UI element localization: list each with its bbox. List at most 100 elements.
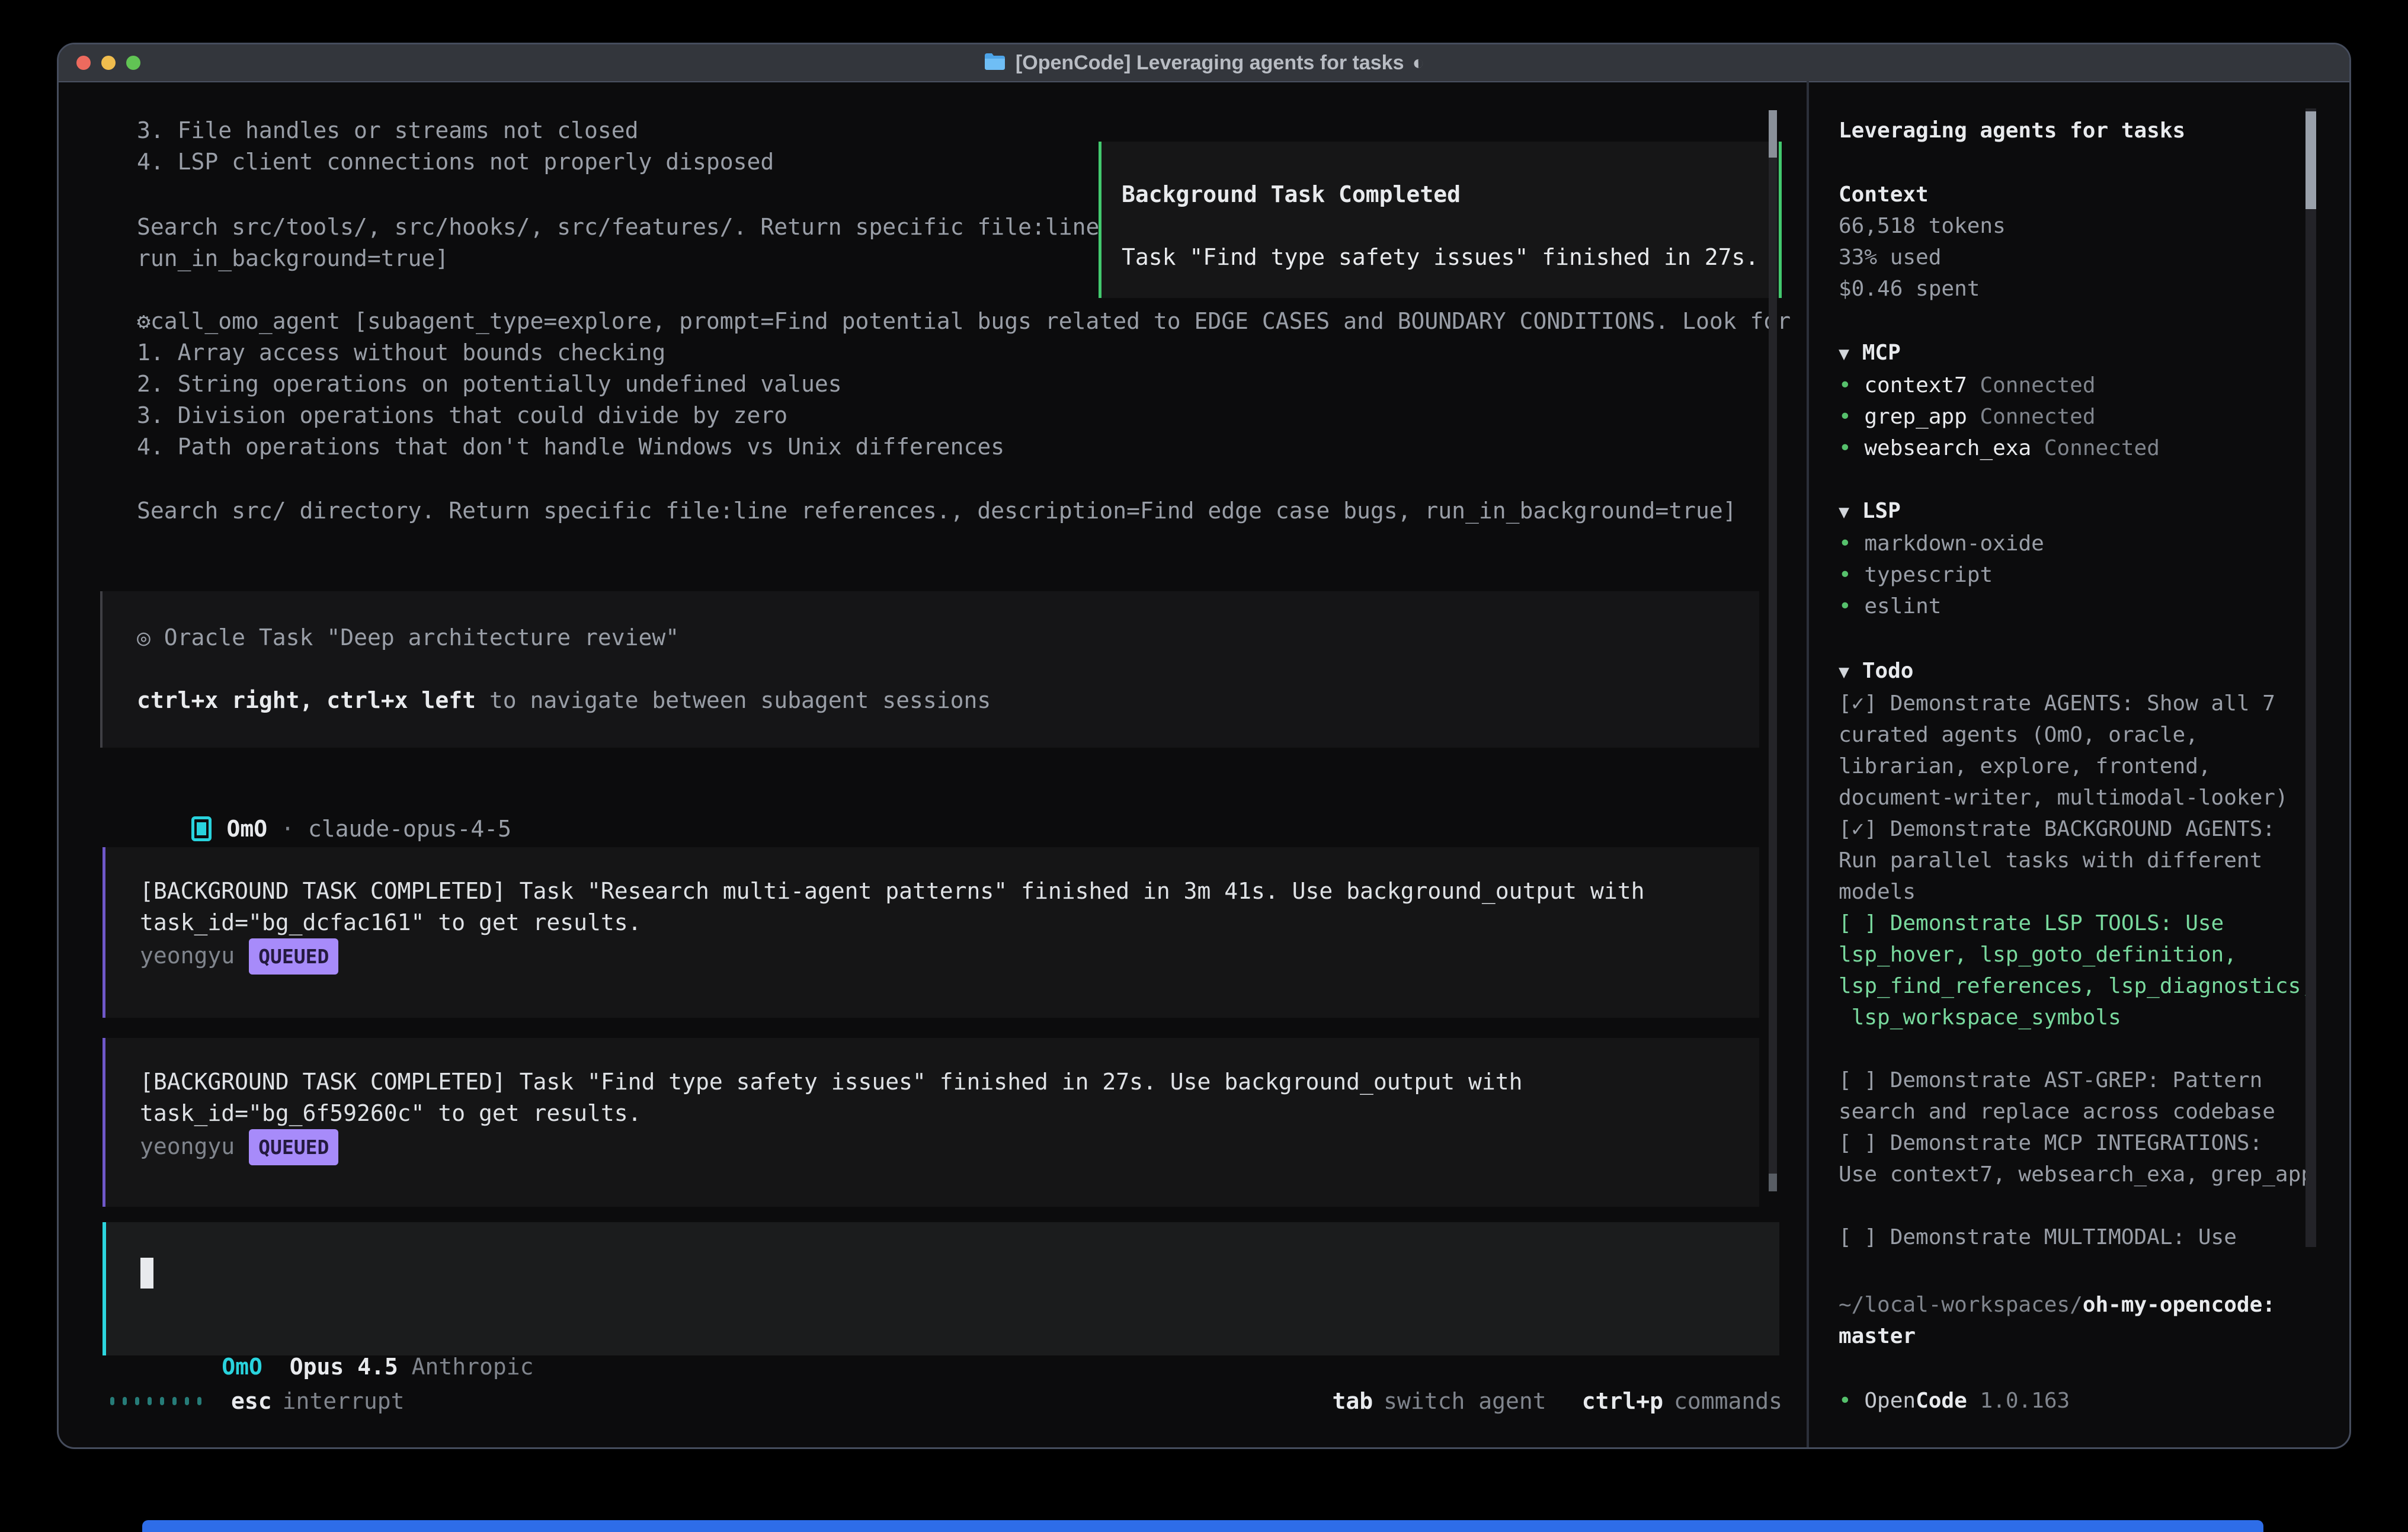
mcp-item: • websearch_exa Connected (1839, 432, 2160, 464)
gear-icon: ⚙ (137, 308, 150, 334)
background-window-edge (142, 1520, 2263, 1532)
prompt-input[interactable]: OmO Opus 4.5 Anthropic (103, 1222, 1779, 1355)
app-version: 1.0.163 (1980, 1389, 2070, 1413)
sidebar-scrollbar-thumb[interactable] (2305, 111, 2316, 209)
tool-call-line: 3. Division operations that could divide… (137, 400, 1791, 431)
version-block: • OpenCode 1.0.163 (1839, 1385, 2070, 1416)
todo-line-active: [ ] Demonstrate LSP TOOLS: Use (1839, 908, 2314, 939)
oracle-task-card: ◎ Oracle Task "Deep architecture review"… (100, 591, 1759, 748)
workspace-repo: oh-my-opencode: (2083, 1293, 2275, 1317)
main-scrollbar-track[interactable] (1769, 110, 1777, 1191)
separator-dot (267, 816, 281, 842)
todo-section-header[interactable]: ▼ Todo (1839, 655, 2314, 688)
todo-line-active: lsp_hover, lsp_goto_definition, (1839, 939, 2314, 970)
status-bar: escinterrupt tabswitch agent ctrl+pcomma… (110, 1385, 1782, 1416)
todo-line: curated agents (OmO, oracle, (1839, 719, 2314, 751)
todo-line: [ ] Demonstrate MULTIMODAL: Use (1839, 1222, 2314, 1253)
ctrlp-key: ctrl+p (1582, 1388, 1663, 1414)
todo-line: Run parallel tasks with different (1839, 845, 2314, 876)
status-dot-icon: • (1839, 531, 1852, 556)
tool-call-line: 2. String operations on potentially unde… (137, 368, 1791, 400)
context-heading: Context (1839, 179, 2006, 210)
todo-line: [ ] Demonstrate AST-GREP: Pattern (1839, 1065, 2314, 1096)
task-message-line: [BACKGROUND TASK COMPLETED] Task "Find t… (140, 1066, 1759, 1098)
mcp-heading: MCP (1862, 341, 1901, 365)
terminal-line: 3. File handles or streams not closed (137, 115, 774, 146)
mcp-item: • grep_app Connected (1839, 401, 2160, 432)
toast-body: Task "Find type safety issues" finished … (1122, 242, 1779, 273)
lsp-name: eslint (1864, 594, 1941, 618)
minimize-button[interactable] (101, 56, 116, 70)
lsp-item: • typescript (1839, 559, 2044, 591)
tab-key: tab (1333, 1388, 1373, 1414)
separator-dot: · (281, 816, 294, 842)
workspace-branch: master (1839, 1321, 2313, 1352)
background-task-toast: Background Task Completed Task "Find typ… (1099, 142, 1782, 298)
todo-line: document-writer, multimodal-looker) (1839, 782, 2314, 813)
scrollback-paragraph-2: Search src/tools/, src/hooks/, src/featu… (137, 211, 1099, 274)
spinner-dots-icon (110, 1397, 201, 1405)
mcp-section-header[interactable]: ▼ MCP (1839, 337, 2160, 370)
workspace-path-prefix: ~/local-workspaces/ (1839, 1293, 2083, 1317)
window-title: [OpenCode] Leveraging agents for tasks (1016, 52, 1404, 75)
main-scrollbar-thumb[interactable] (1769, 110, 1777, 158)
close-button[interactable] (76, 56, 91, 70)
tool-call-line: 4. Path operations that don't handle Win… (137, 431, 1791, 463)
todo-line-active: lsp_find_references, lsp_diagnostics, (1839, 970, 2314, 1002)
mcp-status: Connected (2044, 436, 2160, 460)
lsp-item: • markdown-oxide (1839, 528, 2044, 559)
lsp-section: ▼ LSP • markdown-oxide • typescript • es… (1839, 495, 2044, 622)
traffic-lights (76, 44, 140, 81)
background-task-message: [BACKGROUND TASK COMPLETED] Task "Resear… (103, 847, 1759, 1018)
input-model-name: Opus 4.5 (290, 1354, 398, 1380)
background-task-message: [BACKGROUND TASK COMPLETED] Task "Find t… (103, 1038, 1759, 1207)
todo-line: models (1839, 876, 2314, 908)
tool-call-line: 1. Array access without bounds checking (137, 337, 1791, 368)
status-dot-icon: • (1839, 405, 1852, 429)
spacer (1122, 210, 1779, 242)
omo-agent-call-block: ⚙call_omo_agent [subagent_type=explore, … (137, 306, 1791, 463)
todo-section: ▼ Todo [✓] Demonstrate AGENTS: Show all … (1839, 655, 2314, 1253)
oracle-task-title: Oracle Task "Deep architecture review" (164, 624, 679, 650)
mcp-status: Connected (1980, 373, 2095, 398)
zoom-button[interactable] (126, 56, 140, 70)
terminal-line: 4. LSP client connections not properly d… (137, 146, 774, 178)
task-message-line: [BACKGROUND TASK COMPLETED] Task "Resear… (140, 876, 1759, 907)
app-name-regular: Open (1864, 1389, 1916, 1413)
context-used: 33% used (1839, 242, 2006, 273)
sidebar-scrollbar-track[interactable] (2305, 108, 2316, 1247)
lsp-name: typescript (1864, 563, 1993, 587)
mcp-status: Connected (1980, 405, 2095, 429)
todo-line: librarian, explore, frontend, (1839, 751, 2314, 782)
titlebar: [OpenCode] Leveraging agents for tasks ◐ (59, 44, 2349, 82)
esc-label: interrupt (283, 1388, 405, 1414)
chevron-down-icon: ▼ (1839, 662, 1849, 682)
agent-badge-icon (191, 816, 212, 841)
chevron-down-icon: ▼ (1839, 502, 1849, 523)
status-badge: QUEUED (249, 1129, 338, 1165)
context-section: Context 66,518 tokens 33% used $0.46 spe… (1839, 179, 2006, 305)
todo-line: search and replace across codebase (1839, 1096, 2314, 1127)
task-message-line: task_id="bg_6f59260c" to get results. (140, 1098, 1759, 1129)
todo-line: Use context7, websearch_exa, grep_app (1839, 1159, 2314, 1190)
panel-divider (1807, 81, 1809, 1447)
interrupt-hint: esc interrupt (231, 1388, 405, 1414)
toast-title: Background Task Completed (1122, 179, 1779, 210)
ctrlp-label: commands (1674, 1388, 1782, 1414)
lsp-heading: LSP (1862, 499, 1901, 523)
esc-key: esc (231, 1388, 272, 1414)
todo-line: [✓] Demonstrate AGENTS: Show all 7 (1839, 688, 2314, 719)
main-scrollbar-nub[interactable] (1769, 1174, 1777, 1191)
keyboard-hint-keys: ctrl+x right, ctrl+x left (137, 687, 476, 713)
task-user: yeongyu (140, 1133, 235, 1159)
opencode-window: [OpenCode] Leveraging agents for tasks ◐… (57, 43, 2351, 1449)
agent-name: OmO (227, 816, 268, 842)
task-user: yeongyu (140, 943, 235, 969)
spacer (1839, 1033, 2314, 1065)
session-progress-icon: ◐ (1413, 52, 1425, 75)
todo-line: [✓] Demonstrate BACKGROUND AGENTS: (1839, 813, 2314, 845)
app-name-bold: Code (1916, 1389, 1967, 1413)
mcp-item: • context7 Connected (1839, 370, 2160, 401)
mcp-section: ▼ MCP • context7 Connected • grep_app Co… (1839, 337, 2160, 464)
lsp-section-header[interactable]: ▼ LSP (1839, 495, 2044, 528)
